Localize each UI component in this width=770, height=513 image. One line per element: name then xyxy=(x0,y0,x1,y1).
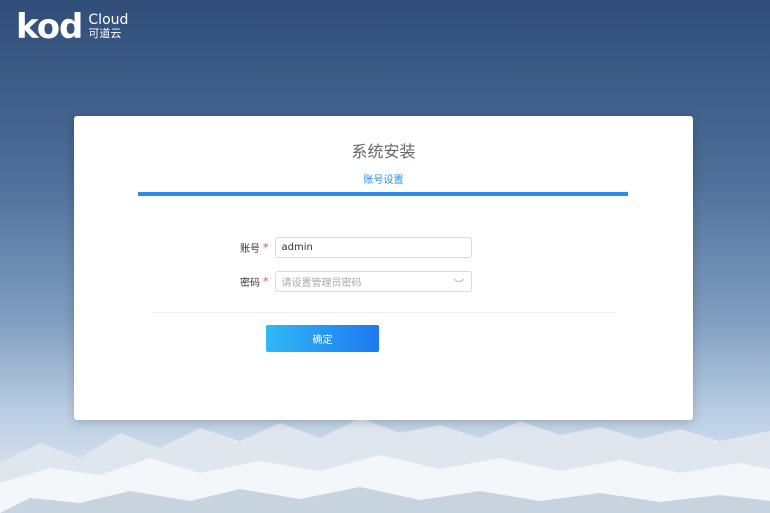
kodcloud-logo: kod Cloud 可道云 xyxy=(16,10,128,44)
required-mark: * xyxy=(263,275,269,288)
account-row: 账号 * admin xyxy=(226,237,472,258)
step-label: 账号设置 xyxy=(363,175,404,186)
password-input[interactable]: 请设置管理员密码 xyxy=(274,271,472,292)
dialog-title: 系统安装 xyxy=(351,142,416,161)
eye-closed-icon[interactable] xyxy=(453,276,465,287)
step-progress-bar xyxy=(138,192,628,196)
logo-mark: kod xyxy=(16,7,83,47)
account-input[interactable]: admin xyxy=(274,237,472,258)
password-row: 密码 * 请设置管理员密码 xyxy=(226,271,472,292)
logo-text: Cloud 可道云 xyxy=(88,13,128,41)
required-mark: * xyxy=(263,241,269,254)
install-dialog: 系统安装 账号设置 账号 * admin 密码 * 请设置管理员密码 确定 xyxy=(74,116,693,420)
confirm-button[interactable]: 确定 xyxy=(266,325,379,352)
account-label: 账号 xyxy=(240,244,260,255)
password-label: 密码 xyxy=(240,278,260,289)
divider xyxy=(152,312,615,313)
account-value: admin xyxy=(281,242,313,253)
logo-cn: 可道云 xyxy=(88,27,122,40)
logo-en: Cloud xyxy=(88,12,129,28)
password-placeholder: 请设置管理员密码 xyxy=(281,278,362,289)
